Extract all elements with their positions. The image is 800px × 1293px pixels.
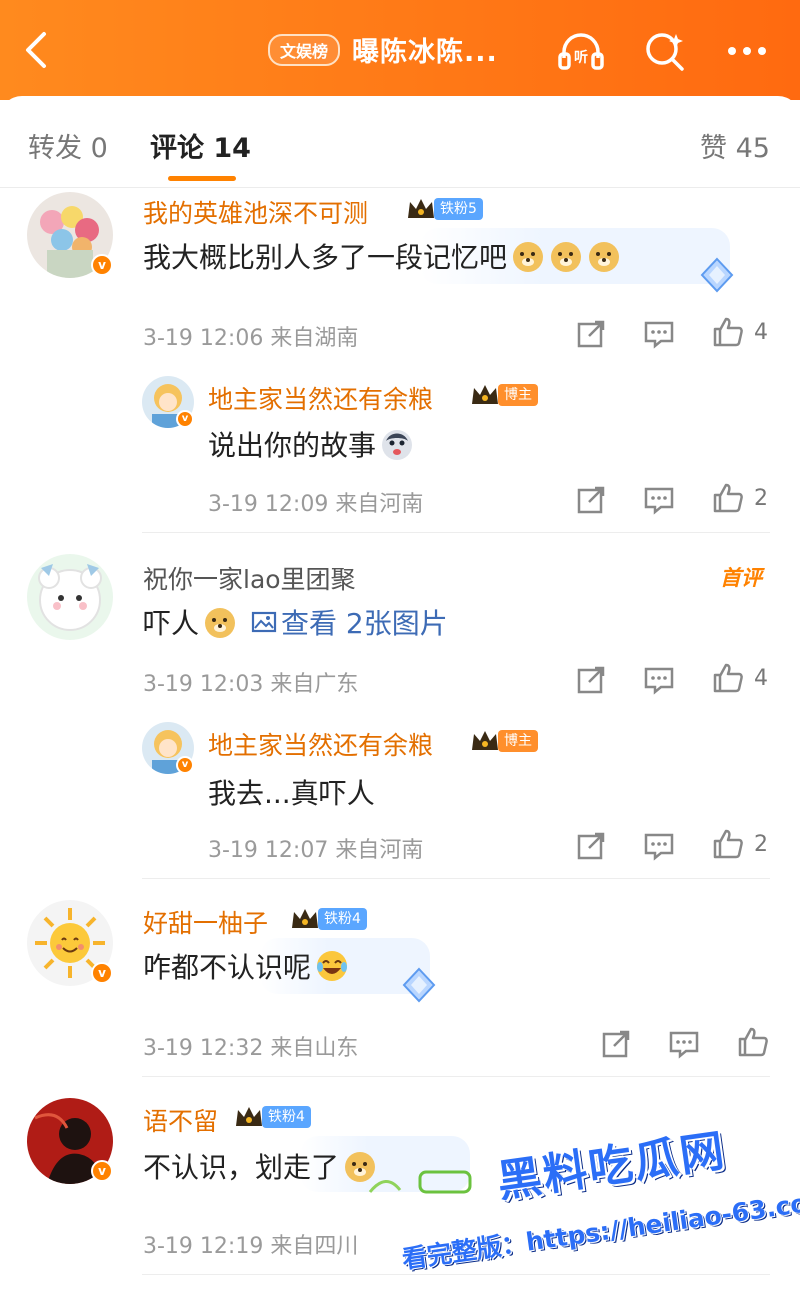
reply-text: 我去...真吓人 (208, 777, 375, 810)
more-icon[interactable] (722, 28, 772, 74)
comment-text-row: 咋都不认识呢 (143, 946, 349, 986)
comment-text-row: 不认识，划走了 (143, 1146, 377, 1186)
crown-icon (292, 909, 318, 928)
avatar[interactable] (27, 554, 113, 640)
nickname[interactable]: 祝你一家lao里团聚 (143, 560, 356, 596)
view-images-link[interactable]: 查看 2张图片 (251, 602, 448, 642)
blogger-label: 博主 (498, 384, 538, 406)
comment-meta: 3-19 12:03 来自广东 (143, 672, 359, 697)
blogger-label: 博主 (498, 730, 538, 752)
image-icon (251, 611, 277, 633)
crown-icon (236, 1107, 262, 1126)
divider (142, 1076, 770, 1077)
comment-text-row: 我大概比别人多了一段记忆吧 (143, 236, 621, 276)
diamond-decoration-icon (700, 257, 734, 293)
fan-badge: 铁粉5 (406, 196, 483, 222)
laughing-tears-emoji-icon (317, 951, 348, 981)
verified-badge-icon: v (91, 254, 113, 276)
comment-icon[interactable] (643, 830, 675, 862)
reply-text-row: 说出你的故事 (208, 424, 414, 464)
like-count: 4 (754, 666, 768, 691)
search-icon[interactable] (640, 28, 690, 74)
reply-meta: 3-19 12:07 来自河南 (208, 838, 424, 863)
fan-badge: 铁粉4 (290, 906, 367, 932)
crown-icon (472, 385, 498, 404)
reply-nickname[interactable]: 地主家当然还有余粮 (208, 380, 433, 416)
tab-forward[interactable]: 转发 0 (28, 126, 108, 165)
fan-level: 铁粉4 (318, 908, 367, 930)
doge-emoji-icon (551, 242, 582, 272)
title-area[interactable]: 文娱榜 曝陈冰陈... (268, 30, 498, 69)
blogger-badge: 博主 (470, 382, 538, 408)
tab-comment[interactable]: 评论 14 (150, 126, 251, 165)
share-icon[interactable] (575, 484, 607, 516)
comment-icon[interactable] (668, 1028, 700, 1060)
like-icon[interactable] (712, 662, 744, 694)
active-tab-indicator (168, 176, 236, 181)
doge-emoji-icon (589, 242, 620, 272)
share-icon[interactable] (575, 830, 607, 862)
share-icon[interactable] (575, 318, 607, 350)
blogger-badge: 博主 (470, 728, 538, 754)
fan-level: 铁粉4 (262, 1106, 311, 1128)
like-icon[interactable] (737, 1026, 769, 1058)
comment-icon[interactable] (643, 318, 675, 350)
comment-meta: 3-19 12:32 来自山东 (143, 1036, 359, 1061)
like-icon[interactable] (712, 482, 744, 514)
listen-label: 听 (574, 49, 588, 66)
husky-emoji-icon (382, 430, 413, 460)
comment-meta: 3-19 12:19 来自四川 (143, 1234, 359, 1259)
reply-text-row: 我去...真吓人 (208, 772, 375, 812)
back-arrow-icon[interactable] (22, 30, 52, 70)
comment-icon[interactable] (643, 484, 675, 516)
doge-emoji-icon (205, 608, 236, 638)
like-count: 4 (754, 320, 768, 345)
topic-badge: 文娱榜 (268, 33, 341, 66)
top-bar: 文娱榜 曝陈冰陈... 听 (0, 0, 800, 100)
nickname[interactable]: 我的英雄池深不可测 (143, 194, 368, 230)
verified-badge-icon: v (91, 1160, 113, 1182)
like-icon[interactable] (712, 828, 744, 860)
comment-meta: 3-19 12:06 来自湖南 (143, 326, 359, 351)
nickname[interactable]: 语不留 (143, 1102, 218, 1138)
first-comment-tag: 首评 (720, 566, 762, 590)
comment-text: 我大概比别人多了一段记忆吧 (143, 241, 508, 274)
like-count: 2 (754, 832, 768, 857)
nickname[interactable]: 好甜一柚子 (143, 904, 268, 940)
verified-badge-icon: v (176, 410, 194, 428)
share-icon[interactable] (600, 1028, 632, 1060)
reply-meta: 3-19 12:09 来自河南 (208, 492, 424, 517)
reply-text: 说出你的故事 (208, 429, 377, 462)
watermark-site-name: 黑料吃瓜网 (494, 1125, 730, 1208)
verified-badge-icon: v (176, 756, 194, 774)
page-title: 曝陈冰陈... (352, 37, 498, 68)
comment-text-row: 吓人 查看 2张图片 (143, 602, 448, 642)
diamond-decoration-icon (402, 967, 436, 1003)
comment-icon[interactable] (643, 664, 675, 696)
fan-badge: 铁粉4 (234, 1104, 311, 1130)
listen-icon[interactable]: 听 (556, 28, 606, 74)
divider (142, 1274, 770, 1275)
tab-like[interactable]: 赞 45 (700, 126, 770, 165)
like-count: 2 (754, 486, 768, 511)
like-icon[interactable] (712, 316, 744, 348)
fan-level: 铁粉5 (434, 198, 483, 220)
comment-text: 吓人 (143, 607, 200, 640)
sticker-decoration-icon (368, 1170, 472, 1194)
crown-icon (408, 199, 434, 218)
divider (142, 878, 770, 879)
comment-text: 不认识，划走了 (143, 1151, 340, 1184)
comment-text: 咋都不认识呢 (143, 951, 312, 984)
share-icon[interactable] (575, 664, 607, 696)
view-images-label: 查看 2张图片 (281, 607, 448, 640)
tab-bar: 转发 0 评论 14 赞 45 (0, 96, 800, 188)
doge-emoji-icon (513, 242, 544, 272)
reply-nickname[interactable]: 地主家当然还有余粮 (208, 726, 433, 762)
divider (142, 532, 770, 533)
crown-icon (472, 731, 498, 750)
verified-badge-icon: v (91, 962, 113, 984)
